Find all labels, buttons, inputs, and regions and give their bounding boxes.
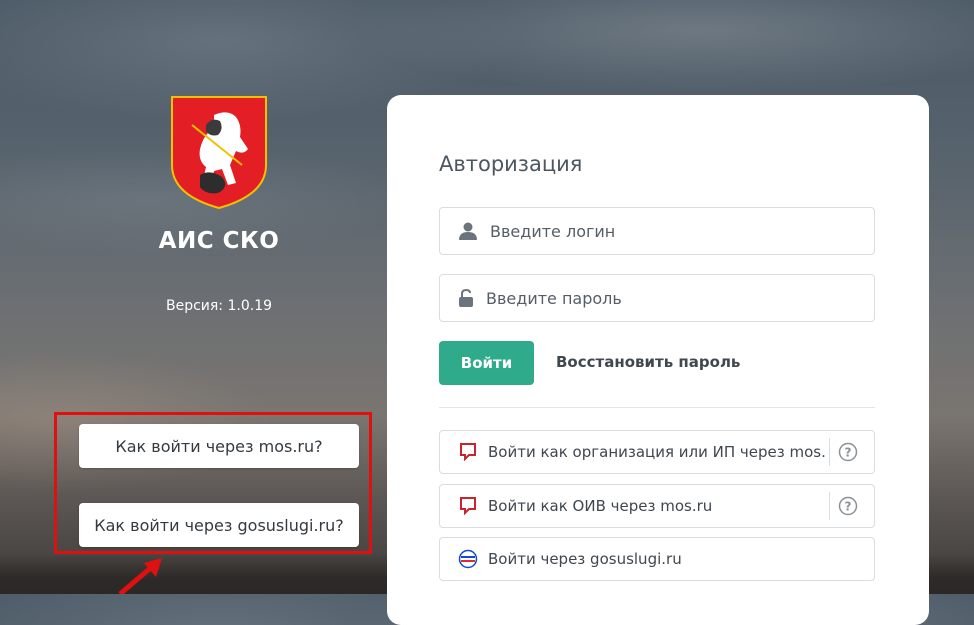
moscow-coat-of-arms-icon [171, 96, 267, 210]
app-title: АИС СКО [158, 228, 280, 254]
divider [439, 407, 875, 408]
login-gosuslugi-label: Войти через gosuslugi.ru [488, 550, 682, 568]
lock-icon [454, 286, 478, 310]
auth-title: Авторизация [439, 152, 583, 176]
help-question-icon[interactable]: ? [838, 496, 858, 516]
how-to-login-mos-button[interactable]: Как войти через mos.ru? [79, 424, 359, 468]
login-field[interactable] [439, 207, 875, 255]
svg-text:?: ? [845, 500, 852, 514]
password-input[interactable] [484, 274, 874, 322]
separator [829, 492, 830, 520]
how-to-login-gosuslugi-button[interactable]: Как войти через gosuslugi.ru? [79, 503, 359, 547]
user-icon [456, 219, 480, 243]
login-input[interactable] [488, 207, 874, 255]
help-question-icon[interactable]: ? [838, 442, 858, 462]
login-button[interactable]: Войти [439, 341, 534, 385]
login-org-mos-button[interactable]: Войти как организация или ИП через mos.r… [439, 430, 875, 474]
app-version: Версия: 1.0.19 [165, 298, 273, 314]
login-gosuslugi-button[interactable]: Войти через gosuslugi.ru [439, 537, 875, 581]
svg-text:?: ? [845, 446, 852, 460]
login-oiv-mos-button[interactable]: Войти как ОИВ через mos.ru ? [439, 484, 875, 528]
restore-password-link[interactable]: Восстановить пароль [556, 353, 740, 371]
mos-icon [458, 496, 478, 516]
left-panel: АИС СКО Версия: 1.0.19 Как войти через m… [0, 0, 387, 594]
separator [829, 438, 830, 466]
auth-card: Авторизация Войти Восстановить пароль Во… [387, 95, 929, 625]
mos-icon [458, 442, 478, 462]
red-arrow-icon [118, 558, 162, 594]
login-org-mos-label: Войти как организация или ИП через mos.r… [488, 443, 827, 461]
password-field[interactable] [439, 274, 875, 322]
login-oiv-mos-label: Войти как ОИВ через mos.ru [488, 497, 713, 515]
gosuslugi-icon [458, 549, 478, 569]
